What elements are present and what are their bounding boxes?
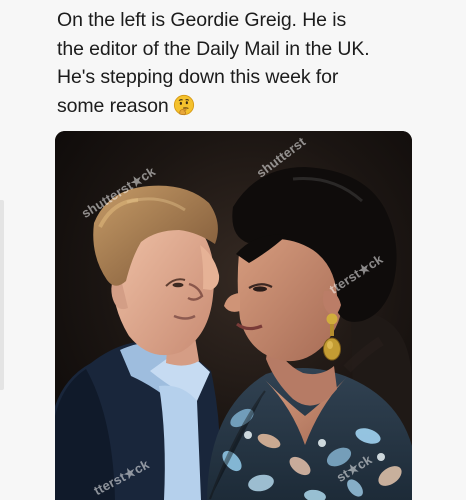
caption-line-1: On the left is Geordie Greig. He is [57,9,347,31]
caption-line-3: He's stepping down this week for [57,66,339,88]
post-caption: On the left is Geordie Greig. He is the … [57,6,437,120]
caption-line-4-text: some reason [57,94,169,117]
caption-line-4: some reason [57,92,437,121]
scroll-edge-indicator [0,200,4,390]
photo-illustration [55,131,412,500]
social-post: On the left is Geordie Greig. He is the … [0,0,466,500]
thinking-face-icon [173,94,194,115]
caption-line-2: the editor of the Daily Mail in the UK. [57,37,370,60]
post-photo: shutterst★ck shutterst tterst★ck tterst★… [55,131,412,500]
